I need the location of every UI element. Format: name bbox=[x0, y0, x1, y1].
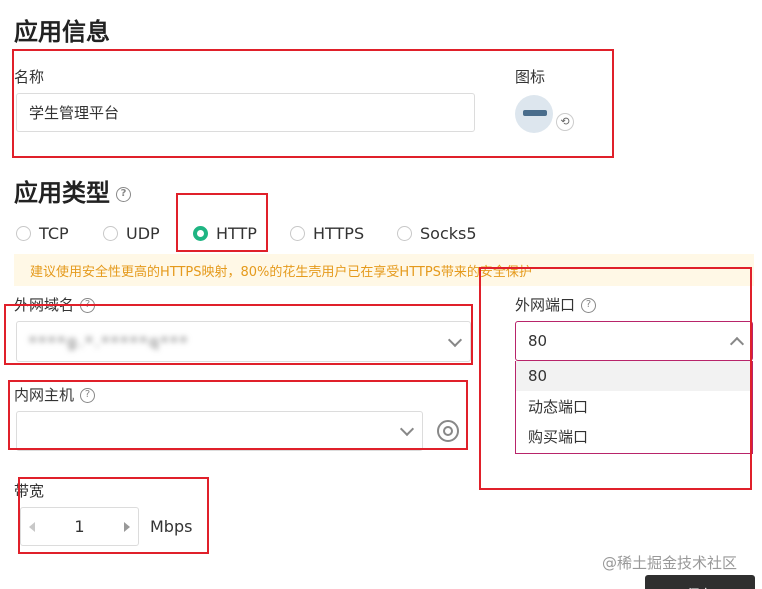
question-circle-icon[interactable]: ? bbox=[80, 388, 96, 403]
app-type-title: 应用类型? bbox=[14, 173, 131, 208]
app-info-title: 应用信息 bbox=[14, 18, 110, 46]
external-domain-select[interactable]: ****g.*.*****q*** bbox=[16, 321, 471, 362]
radio-selected-icon bbox=[193, 226, 208, 241]
radio-http-label: HTTP bbox=[216, 224, 257, 243]
radio-https[interactable]: HTTPS bbox=[290, 224, 364, 243]
radio-circle-icon bbox=[16, 226, 31, 241]
radio-tcp[interactable]: TCP bbox=[16, 224, 69, 243]
chevron-up-icon bbox=[729, 336, 745, 352]
chevron-down-icon bbox=[447, 332, 463, 347]
external-port-label-text: 外网端口 bbox=[515, 296, 576, 314]
refresh-icon[interactable]: ⟲ bbox=[556, 113, 574, 131]
question-circle-icon[interactable]: ? bbox=[581, 298, 597, 313]
external-domain-label-text: 外网域名 bbox=[14, 296, 75, 314]
radio-http[interactable]: HTTP bbox=[193, 224, 257, 243]
port-option-purchase[interactable]: 购买端口 bbox=[516, 421, 752, 451]
external-domain-label: 外网域名? bbox=[14, 294, 96, 315]
radio-udp-label: UDP bbox=[126, 224, 160, 243]
bandwidth-value: 1 bbox=[74, 517, 85, 536]
bandwidth-unit: Mbps bbox=[150, 517, 193, 536]
radio-socks5[interactable]: Socks5 bbox=[397, 224, 477, 243]
increment-icon[interactable] bbox=[124, 521, 130, 532]
internal-host-label: 内网主机? bbox=[14, 384, 96, 405]
external-port-label: 外网端口? bbox=[515, 294, 597, 315]
internal-host-select[interactable] bbox=[16, 411, 423, 451]
radio-circle-icon bbox=[103, 226, 118, 241]
radio-udp[interactable]: UDP bbox=[103, 224, 160, 243]
radio-tcp-label: TCP bbox=[39, 224, 69, 243]
https-warning-text: 建议使用安全性更高的HTTPS映射，80%的花生壳用户已在享受HTTPS带来的安… bbox=[30, 264, 532, 280]
radio-circle-icon bbox=[290, 226, 305, 241]
port-option-80[interactable]: 80 bbox=[516, 361, 752, 391]
bandwidth-label: 带宽 bbox=[14, 482, 45, 500]
decrement-icon[interactable] bbox=[29, 521, 35, 532]
external-port-value: 80 bbox=[528, 332, 548, 350]
locate-host-icon[interactable] bbox=[437, 420, 459, 442]
save-button[interactable]: 保存 bbox=[645, 575, 755, 589]
icon-label: 图标 bbox=[515, 68, 546, 86]
name-label: 名称 bbox=[14, 68, 45, 86]
annotation-box-http bbox=[176, 193, 268, 252]
internal-host-label-text: 内网主机 bbox=[14, 386, 75, 404]
app-type-title-text: 应用类型 bbox=[14, 179, 110, 207]
name-input-value: 学生管理平台 bbox=[29, 104, 120, 122]
app-icon[interactable] bbox=[515, 95, 557, 133]
port-option-dynamic[interactable]: 动态端口 bbox=[516, 391, 752, 421]
watermark: @稀土掘金技术社区 bbox=[602, 554, 738, 572]
external-port-dropdown: 80 动态端口 购买端口 bbox=[515, 361, 753, 454]
radio-https-label: HTTPS bbox=[313, 224, 365, 243]
radio-socks5-label: Socks5 bbox=[420, 224, 477, 243]
locate-host-icon-inner bbox=[443, 426, 453, 436]
question-circle-icon[interactable]: ? bbox=[80, 298, 96, 313]
question-circle-icon[interactable]: ? bbox=[116, 186, 131, 202]
external-port-select[interactable]: 80 bbox=[515, 321, 753, 361]
external-domain-value: ****g.*.*****q*** bbox=[29, 332, 190, 351]
bandwidth-stepper[interactable]: 1 bbox=[20, 507, 139, 546]
app-icon-bar bbox=[523, 110, 547, 116]
radio-circle-icon bbox=[397, 226, 412, 241]
chevron-down-icon bbox=[399, 421, 415, 437]
name-input[interactable]: 学生管理平台 bbox=[16, 93, 475, 132]
https-warning: 建议使用安全性更高的HTTPS映射，80%的花生壳用户已在享受HTTPS带来的安… bbox=[14, 254, 754, 286]
